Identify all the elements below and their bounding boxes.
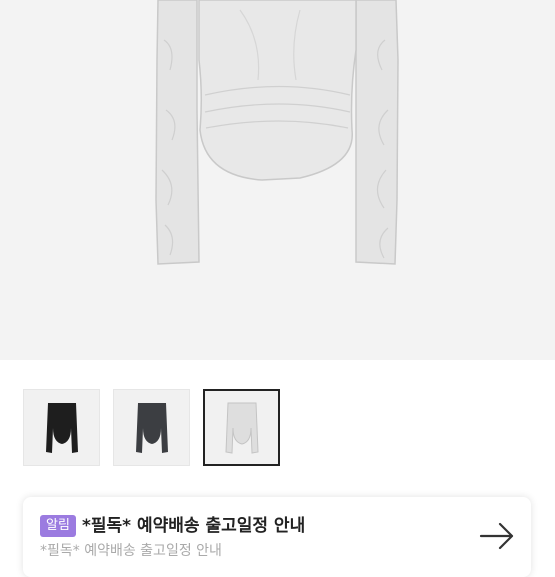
thumbnail-charcoal[interactable] [113,389,190,466]
notice-subtitle: *필독* 예약배송 출고일정 안내 [40,543,222,559]
thumbnail-gallery [23,389,280,466]
notice-banner[interactable]: 알림 *필독* 예약배송 출고일정 안내 *필독* 예약배송 출고일정 안내 [23,497,531,577]
product-main-image [0,0,555,360]
white-top-photo [155,0,399,265]
black-top-icon [45,402,78,453]
thumbnail-black[interactable] [23,389,100,466]
notice-badge: 알림 [40,515,76,537]
arrow-right-icon[interactable] [479,521,515,551]
charcoal-top-icon [135,402,168,453]
thumbnail-white[interactable] [203,389,280,466]
notice-title: *필독* 예약배송 출고일정 안내 [82,516,306,536]
white-top-icon [224,402,259,454]
